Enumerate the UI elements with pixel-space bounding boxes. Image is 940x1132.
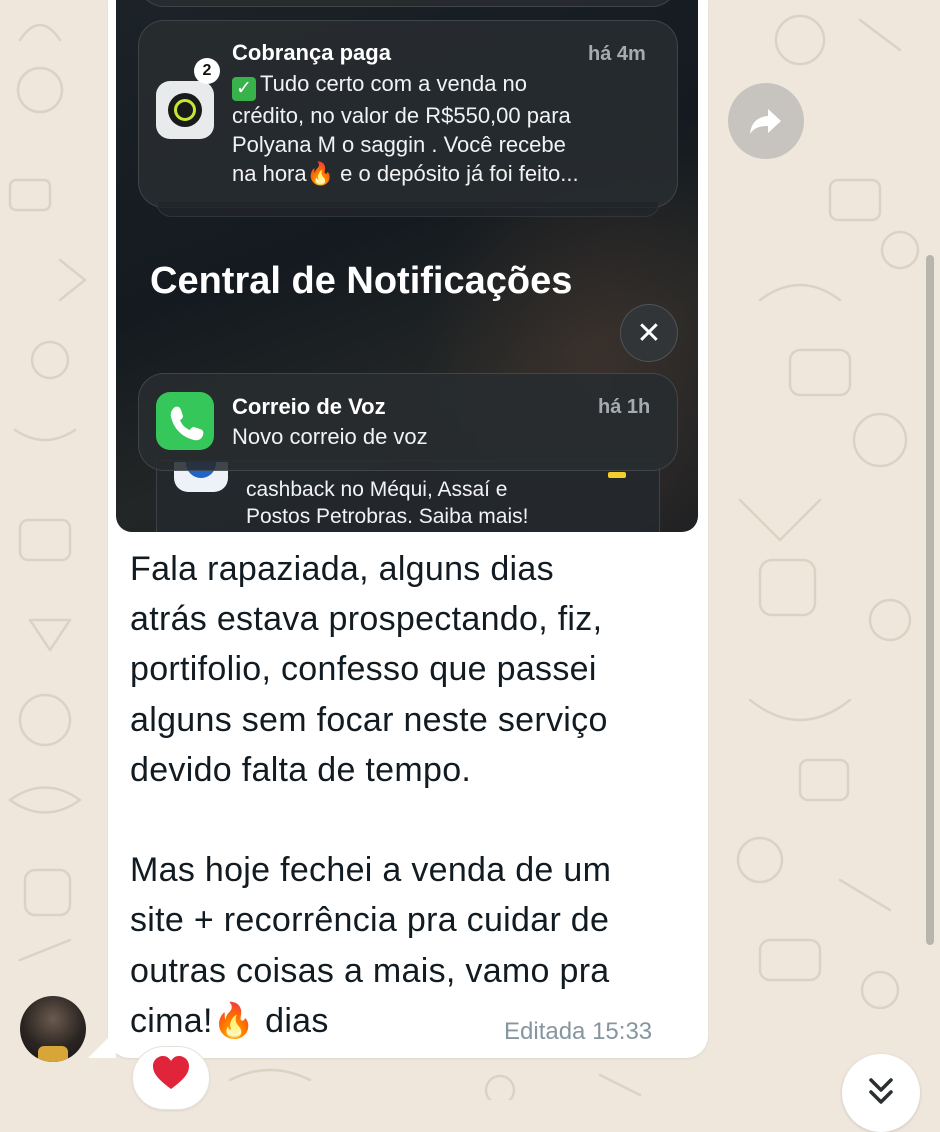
heart-reaction-icon (153, 1056, 189, 1089)
phone-handset-icon (170, 406, 204, 441)
payment-notification-time: há 4m (588, 43, 646, 65)
voicemail-notification-body: Novo correio de voz (232, 424, 428, 449)
payment-notification-title: Cobrança paga (232, 40, 391, 65)
chat-scrollbar[interactable] (926, 255, 934, 945)
phone-app-icon (156, 392, 214, 450)
bubble-tail (88, 1030, 116, 1058)
double-chevron-down-icon (869, 1078, 893, 1104)
message-text: Fala rapaziada, alguns dias atrás estava… (130, 550, 612, 1040)
promo-notification-body: cashback no Méqui, Assaí e Postos Petrob… (246, 476, 528, 530)
payment-app-icon (156, 81, 214, 139)
payment-body-line-3: Polyana M o saggin . Você recebe (232, 132, 566, 157)
close-icon: ✕ (620, 304, 678, 362)
forward-arrow-icon (750, 109, 781, 134)
notification-badge: 2 (194, 58, 220, 84)
reaction-chip[interactable] (132, 1046, 210, 1110)
attached-screenshot[interactable]: 2 Cobrança paga há 4m ✓ Tudo certo com a … (116, 0, 698, 532)
voicemail-notification-time: há 1h (598, 396, 651, 418)
payment-body-line-1: ✓ Tudo certo com a venda no (232, 69, 672, 101)
promo-line-2: Postos Petrobras. Saiba mais! (246, 505, 529, 528)
promo-line-1: cashback no Méqui, Assaí e (246, 478, 508, 501)
forward-button[interactable] (728, 83, 804, 159)
notification-center-title: Central de Notificações (150, 260, 573, 302)
message-meta: Editada 15:33 (504, 1018, 652, 1046)
notification-stack-edge (156, 202, 660, 217)
notification-top-edge (138, 0, 678, 7)
message-time: 15:33 (592, 1018, 653, 1045)
promo-accent-icon (608, 472, 626, 478)
payment-ring-icon (168, 93, 202, 127)
payment-body-line-4-start: na hora (232, 161, 307, 186)
voicemail-notification-title: Correio de Voz (232, 394, 386, 419)
payment-notification-body: ✓ Tudo certo com a venda no crédito, no v… (232, 69, 672, 188)
payment-body-line-1-text: Tudo certo com a venda no (260, 71, 528, 96)
payment-body-line-4: na hora🔥 e o depósito já foi feito... (232, 159, 672, 188)
check-mark-icon: ✓ (232, 77, 256, 101)
payment-body-line-4-end: e o depósito já foi feito... (334, 161, 579, 186)
edited-label: Editada (504, 1018, 586, 1045)
scroll-down-button[interactable] (842, 1054, 920, 1132)
payment-body-line-2: crédito, no valor de R$550,00 para (232, 103, 571, 128)
sender-avatar[interactable] (20, 996, 86, 1062)
fire-emoji-icon: 🔥 (306, 161, 335, 186)
